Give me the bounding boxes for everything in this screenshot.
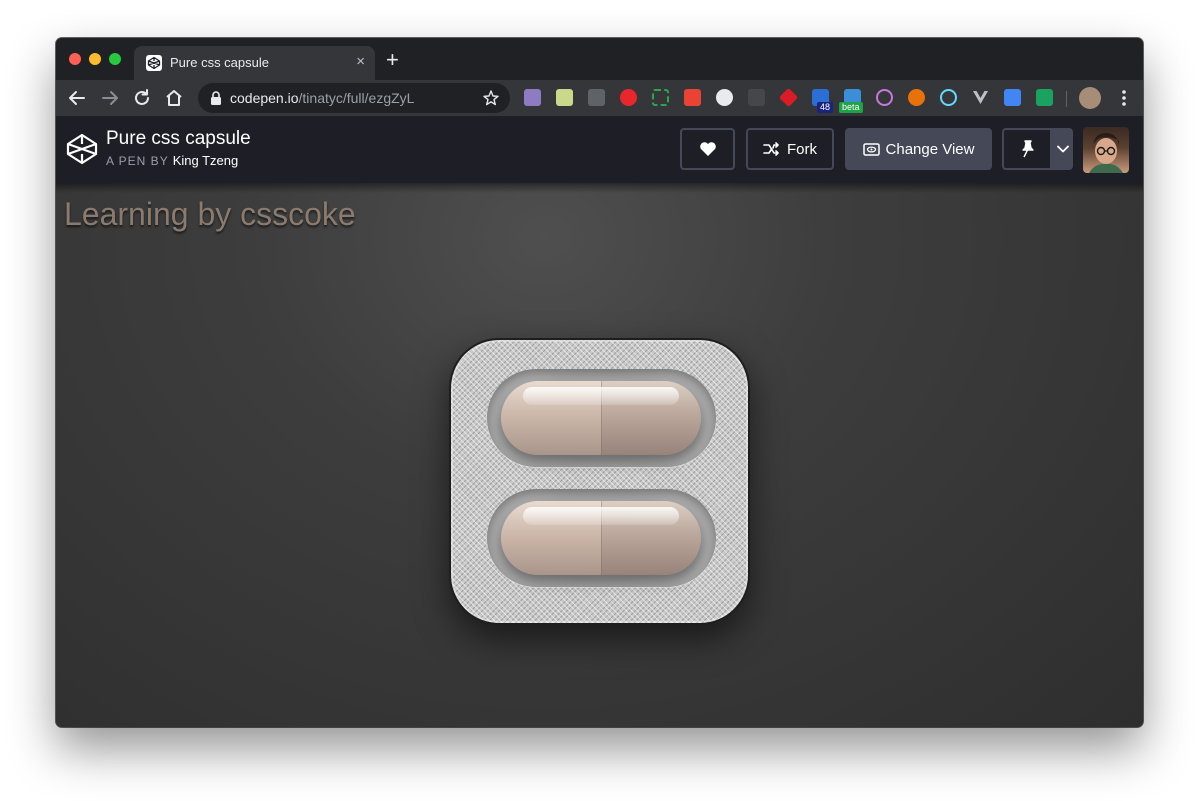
- tab-title: Pure css capsule: [170, 55, 269, 70]
- tab-pure-css-capsule[interactable]: Pure css capsule ×: [134, 46, 375, 80]
- pin-button[interactable]: [1002, 128, 1052, 170]
- change-view-button[interactable]: Change View: [845, 128, 992, 170]
- bold-extension-icon[interactable]: [588, 89, 605, 106]
- avatar-portrait-icon: [1089, 133, 1123, 173]
- blister-pocket: [487, 489, 716, 587]
- minimize-window-button[interactable]: [89, 53, 101, 65]
- more-menu-icon[interactable]: [1114, 88, 1134, 108]
- m-extension-icon[interactable]: [748, 89, 765, 106]
- forward-icon[interactable]: [99, 87, 121, 109]
- pin-icon: [1022, 140, 1034, 158]
- header-shadow: [56, 183, 1143, 193]
- heart-icon: [699, 142, 716, 156]
- zoom-window-button[interactable]: [109, 53, 121, 65]
- pen-by-label: A PEN BY: [106, 154, 169, 168]
- pin-dropdown-button[interactable]: [1052, 128, 1073, 170]
- chevron-down-icon: [1056, 145, 1069, 153]
- pen-title: Pure css capsule: [106, 128, 251, 149]
- codepen-favicon-icon: [146, 55, 162, 71]
- url-host: codepen.io: [230, 90, 299, 106]
- page-heading: Learning by csscoke: [64, 196, 356, 232]
- change-view-label: Change View: [885, 140, 975, 158]
- fork-button[interactable]: Fork: [746, 128, 834, 170]
- board-extension-icon[interactable]: [1036, 89, 1053, 106]
- extension-badge-beta: beta: [839, 102, 863, 113]
- heart-button[interactable]: [680, 128, 735, 170]
- capsule: [501, 501, 701, 575]
- back-icon[interactable]: [66, 87, 88, 109]
- pen-byline: A PEN BY King Tzeng: [106, 153, 238, 168]
- grid-extension-icon[interactable]: [524, 89, 541, 106]
- browser-window: Pure css capsule × + codepen.io/tinatyc/…: [56, 38, 1143, 727]
- reload-icon[interactable]: [131, 87, 153, 109]
- profile-avatar[interactable]: [1079, 87, 1101, 109]
- fox-extension-icon[interactable]: [908, 89, 925, 106]
- capsule-highlight: [523, 507, 679, 525]
- vue-shape-icon: [973, 91, 988, 104]
- toolbar-divider: [1066, 91, 1067, 107]
- address-bar[interactable]: codepen.io/tinatyc/full/ezgZyL: [198, 83, 510, 113]
- user-avatar[interactable]: [1083, 127, 1129, 173]
- blister-pack: [449, 338, 750, 625]
- fork-label: Fork: [787, 140, 817, 158]
- lock-icon: [211, 91, 221, 105]
- bookmark-star-icon[interactable]: [482, 89, 500, 107]
- translate-extension-icon[interactable]: [1004, 89, 1021, 106]
- codepen-logo-icon[interactable]: [65, 132, 99, 166]
- codepen-header: Pure css capsule A PEN BY King Tzeng Fork…: [56, 116, 1143, 183]
- react-extension-icon[interactable]: [940, 89, 957, 106]
- notes-extension-icon[interactable]: [556, 89, 573, 106]
- vue-extension-icon[interactable]: [972, 89, 989, 106]
- pen-author-link[interactable]: King Tzeng: [173, 153, 239, 168]
- github-extension-icon[interactable]: [716, 89, 733, 106]
- capsule-highlight: [523, 387, 679, 405]
- blister-pocket: [487, 369, 716, 467]
- pen-preview: Learning by csscoke: [56, 183, 1143, 727]
- tab-close-icon[interactable]: ×: [356, 53, 365, 71]
- screenshot-extension-icon[interactable]: [652, 89, 669, 106]
- signal-extension-icon[interactable]: [876, 89, 893, 106]
- tab-strip: Pure css capsule × +: [56, 38, 1143, 80]
- browser-toolbar: codepen.io/tinatyc/full/ezgZyL 48 beta: [56, 80, 1143, 116]
- percent-extension-icon[interactable]: [684, 89, 701, 106]
- capsule: [501, 381, 701, 455]
- extension-badge-48: 48: [817, 102, 834, 113]
- close-window-button[interactable]: [69, 53, 81, 65]
- ruby-extension-icon[interactable]: [778, 87, 799, 108]
- url-path: /tinatyc/full/ezgZyL: [298, 90, 415, 106]
- adblock-extension-icon[interactable]: [620, 89, 637, 106]
- home-icon[interactable]: [163, 87, 185, 109]
- change-view-icon: [862, 142, 880, 156]
- fork-icon: [763, 142, 779, 156]
- new-tab-button[interactable]: +: [386, 49, 399, 71]
- url-text: codepen.io/tinatyc/full/ezgZyL: [230, 90, 414, 106]
